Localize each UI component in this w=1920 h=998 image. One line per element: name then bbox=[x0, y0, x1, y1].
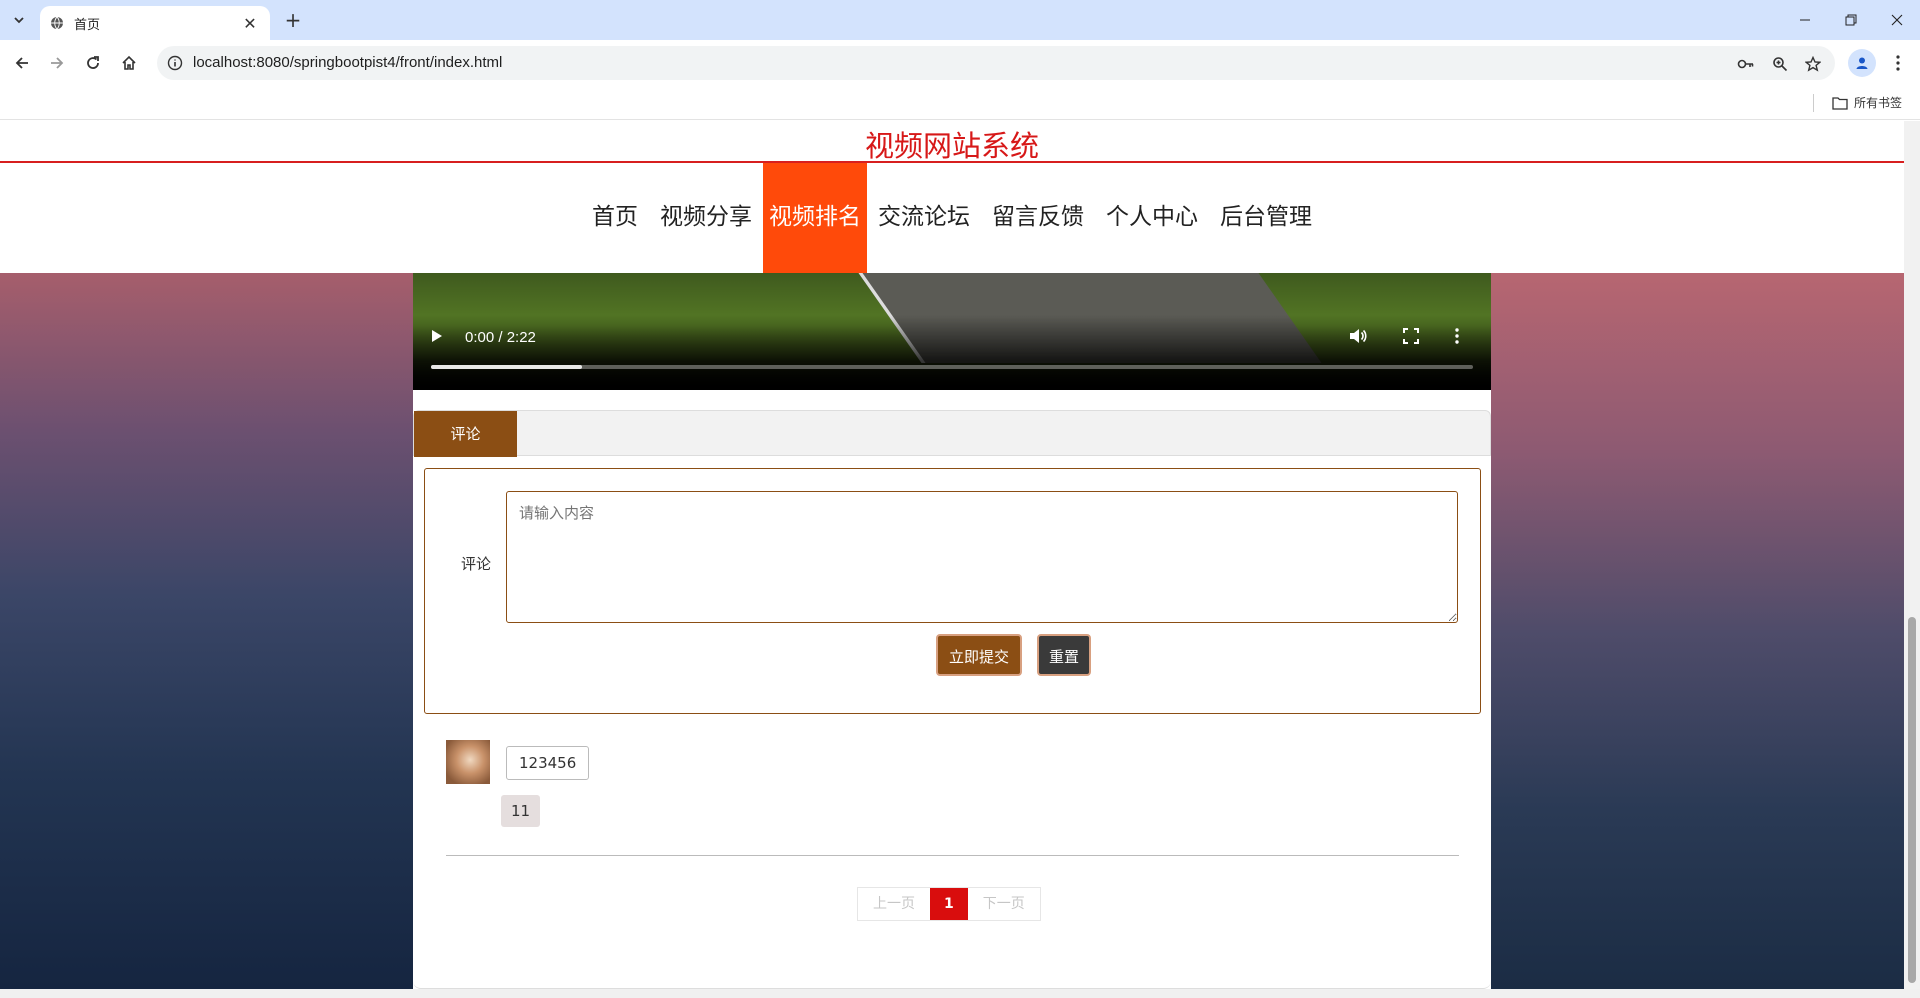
restore-icon bbox=[1845, 14, 1857, 26]
current-page[interactable]: 1 bbox=[930, 888, 968, 920]
video-player[interactable]: 0:00 / 2:22 bbox=[413, 273, 1491, 390]
more-options-icon[interactable] bbox=[1455, 328, 1459, 348]
arrow-right-icon bbox=[51, 57, 64, 69]
reset-button[interactable]: 重置 bbox=[1037, 634, 1091, 676]
close-tab-icon[interactable]: ✕ bbox=[240, 14, 260, 33]
folder-icon bbox=[1832, 96, 1848, 110]
address-bar[interactable]: localhost:8080/springbootpist4/front/ind… bbox=[157, 46, 1835, 80]
submit-button[interactable]: 立即提交 bbox=[936, 634, 1022, 676]
site-title: 视频网站系统 bbox=[864, 129, 1039, 163]
minimize-icon bbox=[1800, 19, 1810, 21]
prev-page-button[interactable]: 上一页 bbox=[858, 888, 930, 920]
site-header: 视频网站系统 bbox=[0, 121, 1904, 163]
comment-username: 123456 bbox=[506, 746, 590, 780]
volume-icon[interactable] bbox=[1349, 328, 1367, 348]
comments-tabs: 评论 bbox=[413, 410, 1491, 457]
reload-icon bbox=[87, 56, 99, 69]
info-icon[interactable] bbox=[167, 55, 183, 71]
password-key-icon[interactable] bbox=[1736, 54, 1756, 74]
close-icon bbox=[1891, 14, 1903, 26]
all-bookmarks-label: 所有书签 bbox=[1854, 96, 1903, 110]
comment-text: 11 bbox=[501, 795, 541, 827]
all-bookmarks-button[interactable]: 所有书签 bbox=[1832, 94, 1902, 111]
new-tab-button[interactable]: + bbox=[281, 8, 305, 32]
card-bottom-border bbox=[413, 979, 1491, 989]
tab-search-button[interactable] bbox=[6, 8, 32, 32]
bookmarks-bar: 所有书签 bbox=[0, 86, 1920, 120]
page-background-right bbox=[1491, 273, 1904, 989]
comments-card: 评论 评论 立即提交 重置 123456 11 上一页 1 下一页 bbox=[413, 390, 1491, 989]
page-scrollbar[interactable] bbox=[1904, 121, 1920, 989]
video-controls bbox=[413, 315, 1491, 390]
arrow-left-icon bbox=[15, 57, 28, 69]
avatar bbox=[446, 740, 490, 784]
home-button[interactable] bbox=[115, 49, 143, 77]
nav-item-personal-center[interactable]: 个人中心 bbox=[1095, 163, 1209, 273]
nav-item-feedback[interactable]: 留言反馈 bbox=[981, 163, 1095, 273]
comment-item: 123456 11 bbox=[446, 740, 1459, 856]
zoom-icon[interactable] bbox=[1770, 54, 1790, 74]
comment-textarea[interactable] bbox=[506, 491, 1458, 623]
next-page-button[interactable]: 下一页 bbox=[968, 888, 1040, 920]
browser-tabstrip: 首页 ✕ + bbox=[0, 0, 1920, 40]
window-bottom-edge bbox=[0, 989, 1920, 998]
globe-icon bbox=[51, 16, 63, 30]
video-buffered bbox=[431, 365, 583, 369]
chevron-down-icon bbox=[14, 17, 24, 24]
browser-toolbar: localhost:8080/springbootpist4/front/ind… bbox=[0, 40, 1920, 86]
video-progress-bar[interactable] bbox=[431, 365, 1473, 369]
nav-item-forum[interactable]: 交流论坛 bbox=[867, 163, 981, 273]
home-icon bbox=[122, 55, 136, 70]
main-nav: 首页 视频分享 视频排名 交流论坛 留言反馈 个人中心 后台管理 bbox=[0, 163, 1904, 273]
video-time: 0:00 / 2:22 bbox=[465, 329, 536, 346]
forward-button[interactable] bbox=[43, 49, 71, 77]
url-text[interactable]: localhost:8080/springbootpist4/front/ind… bbox=[193, 54, 502, 71]
close-window-button[interactable] bbox=[1874, 0, 1920, 40]
restore-button[interactable] bbox=[1828, 0, 1874, 40]
back-button[interactable] bbox=[8, 49, 36, 77]
nav-item-video-share[interactable]: 视频分享 bbox=[649, 163, 763, 273]
minimize-button[interactable] bbox=[1782, 0, 1828, 40]
tab-comments[interactable]: 评论 bbox=[414, 411, 517, 457]
nav-item-admin[interactable]: 后台管理 bbox=[1209, 163, 1323, 273]
play-icon[interactable] bbox=[431, 328, 443, 347]
browser-tab[interactable]: 首页 ✕ bbox=[40, 6, 270, 40]
page-viewport: 视频网站系统 首页 视频分享 视频排名 交流论坛 留言反馈 个人中心 后台管理 … bbox=[0, 121, 1904, 989]
bookmark-star-icon[interactable] bbox=[1803, 54, 1823, 74]
tab-title: 首页 bbox=[74, 17, 101, 33]
nav-item-video-ranking[interactable]: 视频排名 bbox=[763, 163, 867, 273]
comment-form: 评论 立即提交 重置 bbox=[424, 468, 1481, 714]
scrollbar-thumb[interactable] bbox=[1908, 617, 1916, 983]
pagination: 上一页 1 下一页 bbox=[857, 887, 1041, 921]
menu-dots-icon[interactable] bbox=[1886, 50, 1910, 76]
fullscreen-icon[interactable] bbox=[1403, 328, 1419, 348]
reload-button[interactable] bbox=[79, 49, 107, 77]
nav-item-home[interactable]: 首页 bbox=[581, 163, 649, 273]
comment-label: 评论 bbox=[461, 555, 492, 573]
bookmarks-separator bbox=[1813, 94, 1814, 112]
profile-avatar-icon[interactable] bbox=[1848, 49, 1876, 77]
